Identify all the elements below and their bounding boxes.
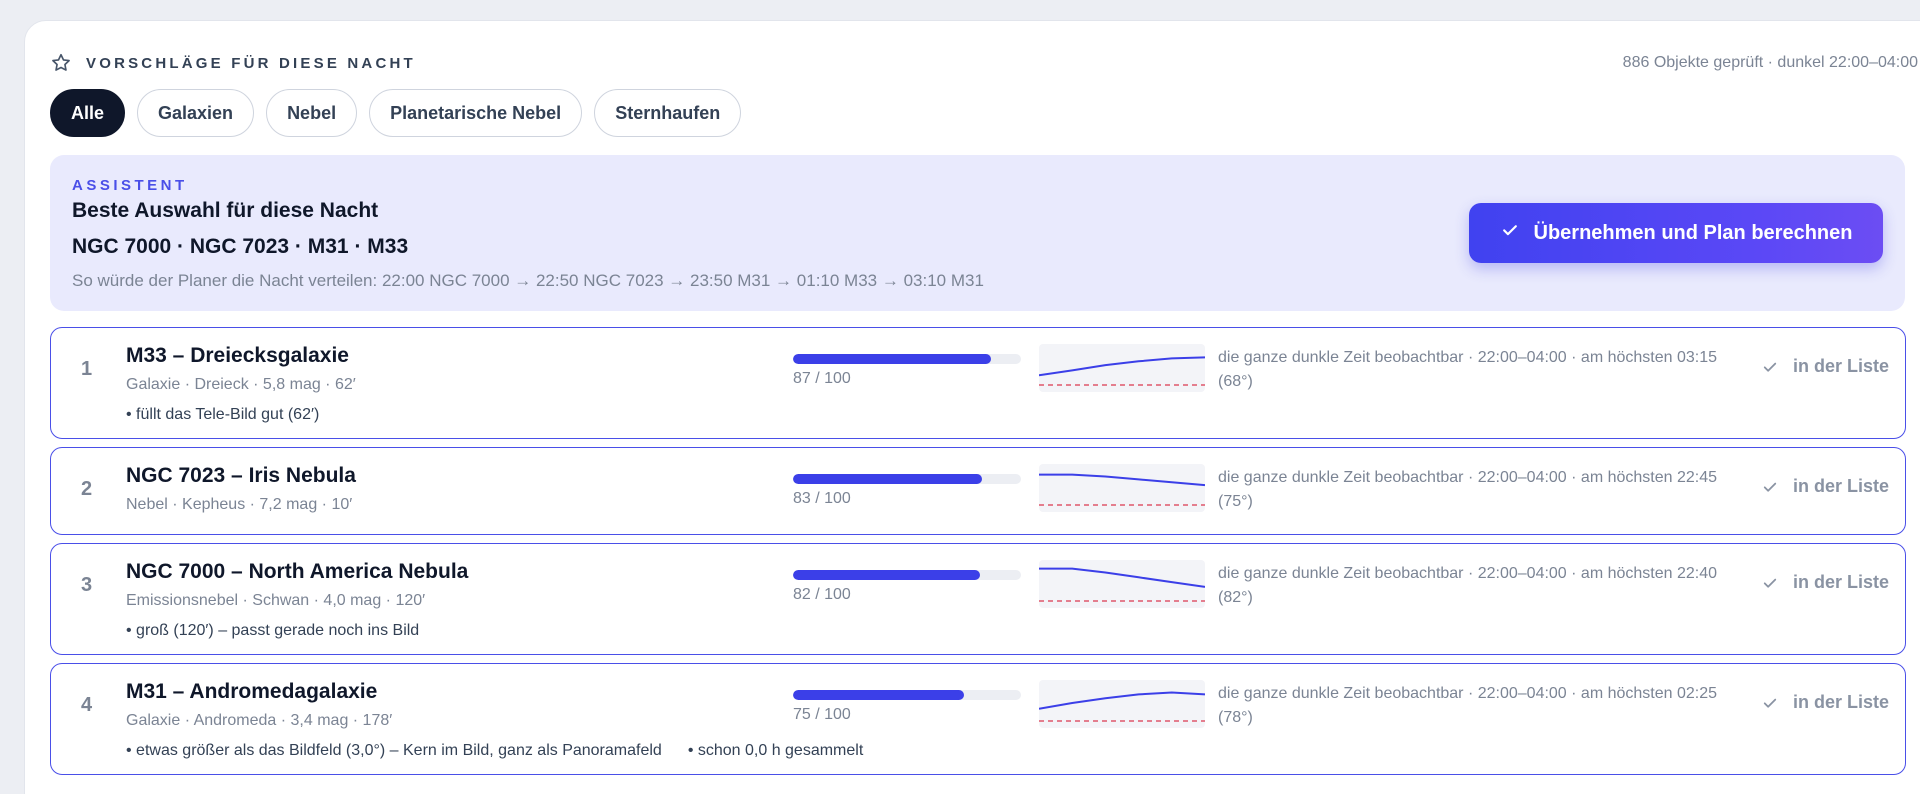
- visibility-text: die ganze dunkle Zeit beobachtbar · 22:0…: [1218, 469, 1718, 510]
- object-notes: • füllt das Tele-Bild gut (62′): [126, 406, 319, 424]
- score-text: 83 / 100: [793, 490, 851, 507]
- in-list-status[interactable]: in der Liste: [1761, 356, 1889, 377]
- object-rank: 2: [81, 478, 93, 500]
- object-name: M31 – Andromedagalaxie: [126, 680, 378, 703]
- object-note: • schon 0,0 h gesammelt: [687, 742, 864, 759]
- filter-chip-nebulae[interactable]: Nebel: [266, 89, 358, 137]
- assistant-title: Beste Auswahl für diese Nacht: [72, 199, 379, 222]
- score-fill: [793, 570, 980, 580]
- scan-summary: 886 Objekte geprüft · dunkel 22:00–04:00: [1622, 54, 1918, 71]
- score-text: 87 / 100: [793, 370, 851, 387]
- score-bar: [793, 570, 1021, 580]
- score-bar: [793, 690, 1021, 700]
- object-row[interactable]: 4 M31 – Andromedagalaxie Galaxie · Andro…: [50, 663, 1906, 775]
- assistant-label: ASSISTENT: [72, 177, 188, 194]
- check-icon: [1500, 220, 1520, 246]
- filter-chip-all[interactable]: Alle: [50, 89, 126, 137]
- score-text: 82 / 100: [793, 586, 851, 603]
- assistant-picks: NGC 7000 · NGC 7023 · M31 · M33: [72, 235, 409, 258]
- status-label: in der Liste: [1793, 692, 1890, 712]
- visibility-text: die ganze dunkle Zeit beobachtbar · 22:0…: [1218, 685, 1718, 726]
- visibility-text: die ganze dunkle Zeit beobachtbar · 22:0…: [1218, 565, 1718, 606]
- apply-plan-button[interactable]: Übernehmen und Plan berechnen: [1469, 203, 1883, 263]
- check-icon: [1761, 478, 1779, 496]
- object-name: NGC 7000 – North America Nebula: [126, 560, 469, 583]
- section-title: VORSCHLÄGE FÜR DIESE NACHT: [86, 54, 416, 72]
- object-note: • groß (120′) – passt gerade noch ins Bi…: [126, 622, 420, 639]
- altitude-sparkline: [1039, 464, 1205, 512]
- altitude-sparkline: [1039, 560, 1205, 608]
- object-row[interactable]: 2 NGC 7023 – Iris Nebula Nebel · Kepheus…: [50, 447, 1906, 535]
- star-icon: [50, 52, 72, 74]
- card-header: VORSCHLÄGE FÜR DIESE NACHT 886 Objekte g…: [50, 48, 1918, 78]
- score-fill: [793, 474, 983, 484]
- visibility-text: die ganze dunkle Zeit beobachtbar · 22:0…: [1218, 349, 1718, 390]
- score-fill: [793, 690, 964, 700]
- assistant-panel: ASSISTENT Beste Auswahl für diese Nacht …: [50, 155, 1905, 311]
- object-name: NGC 7023 – Iris Nebula: [126, 464, 356, 487]
- object-meta: Galaxie · Andromeda · 3,4 mag · 178′: [126, 712, 393, 729]
- check-icon: [1761, 574, 1779, 592]
- object-name: M33 – Dreiecksgalaxie: [126, 344, 349, 367]
- suggestions-card: VORSCHLÄGE FÜR DIESE NACHT 886 Objekte g…: [24, 20, 1920, 794]
- object-meta: Emissionsnebel · Schwan · 4,0 mag · 120′: [126, 592, 426, 609]
- apply-plan-label: Übernehmen und Plan berechnen: [1533, 221, 1853, 244]
- check-icon: [1761, 358, 1779, 376]
- object-note: • etwas größer als das Bildfeld (3,0°) –…: [126, 742, 662, 759]
- object-list: 1 M33 – Dreiecksgalaxie Galaxie · Dreiec…: [50, 327, 1906, 783]
- in-list-status[interactable]: in der Liste: [1761, 692, 1889, 713]
- check-icon: [1761, 694, 1779, 712]
- assistant-plan: So würde der Planer die Nacht verteilen:…: [72, 271, 984, 290]
- object-note: • füllt das Tele-Bild gut (62′): [126, 406, 320, 423]
- status-label: in der Liste: [1793, 572, 1890, 592]
- in-list-status[interactable]: in der Liste: [1761, 572, 1889, 593]
- object-notes: • etwas größer als das Bildfeld (3,0°) –…: [126, 742, 863, 760]
- object-meta: Nebel · Kepheus · 7,2 mag · 10′: [126, 496, 353, 513]
- filter-chips: Alle Galaxien Nebel Planetarische Nebel …: [50, 89, 742, 137]
- filter-chip-planetary-nebulae[interactable]: Planetarische Nebel: [369, 89, 583, 137]
- score-fill: [793, 354, 992, 364]
- score-bar: [793, 474, 1021, 484]
- score-text: 75 / 100: [793, 706, 851, 723]
- filter-chip-galaxies[interactable]: Galaxien: [137, 89, 255, 137]
- status-label: in der Liste: [1793, 356, 1890, 376]
- altitude-sparkline: [1039, 344, 1205, 392]
- object-meta: Galaxie · Dreieck · 5,8 mag · 62′: [126, 376, 356, 393]
- object-rank: 1: [81, 358, 93, 380]
- object-row[interactable]: 3 NGC 7000 – North America Nebula Emissi…: [50, 543, 1906, 655]
- filter-chip-star-clusters[interactable]: Sternhaufen: [594, 89, 742, 137]
- object-notes: • groß (120′) – passt gerade noch ins Bi…: [126, 622, 419, 640]
- object-rank: 4: [81, 694, 93, 716]
- in-list-status[interactable]: in der Liste: [1761, 476, 1889, 497]
- status-label: in der Liste: [1793, 476, 1890, 496]
- object-rank: 3: [81, 574, 93, 596]
- object-row[interactable]: 1 M33 – Dreiecksgalaxie Galaxie · Dreiec…: [50, 327, 1906, 439]
- score-bar: [793, 354, 1021, 364]
- altitude-sparkline: [1039, 680, 1205, 728]
